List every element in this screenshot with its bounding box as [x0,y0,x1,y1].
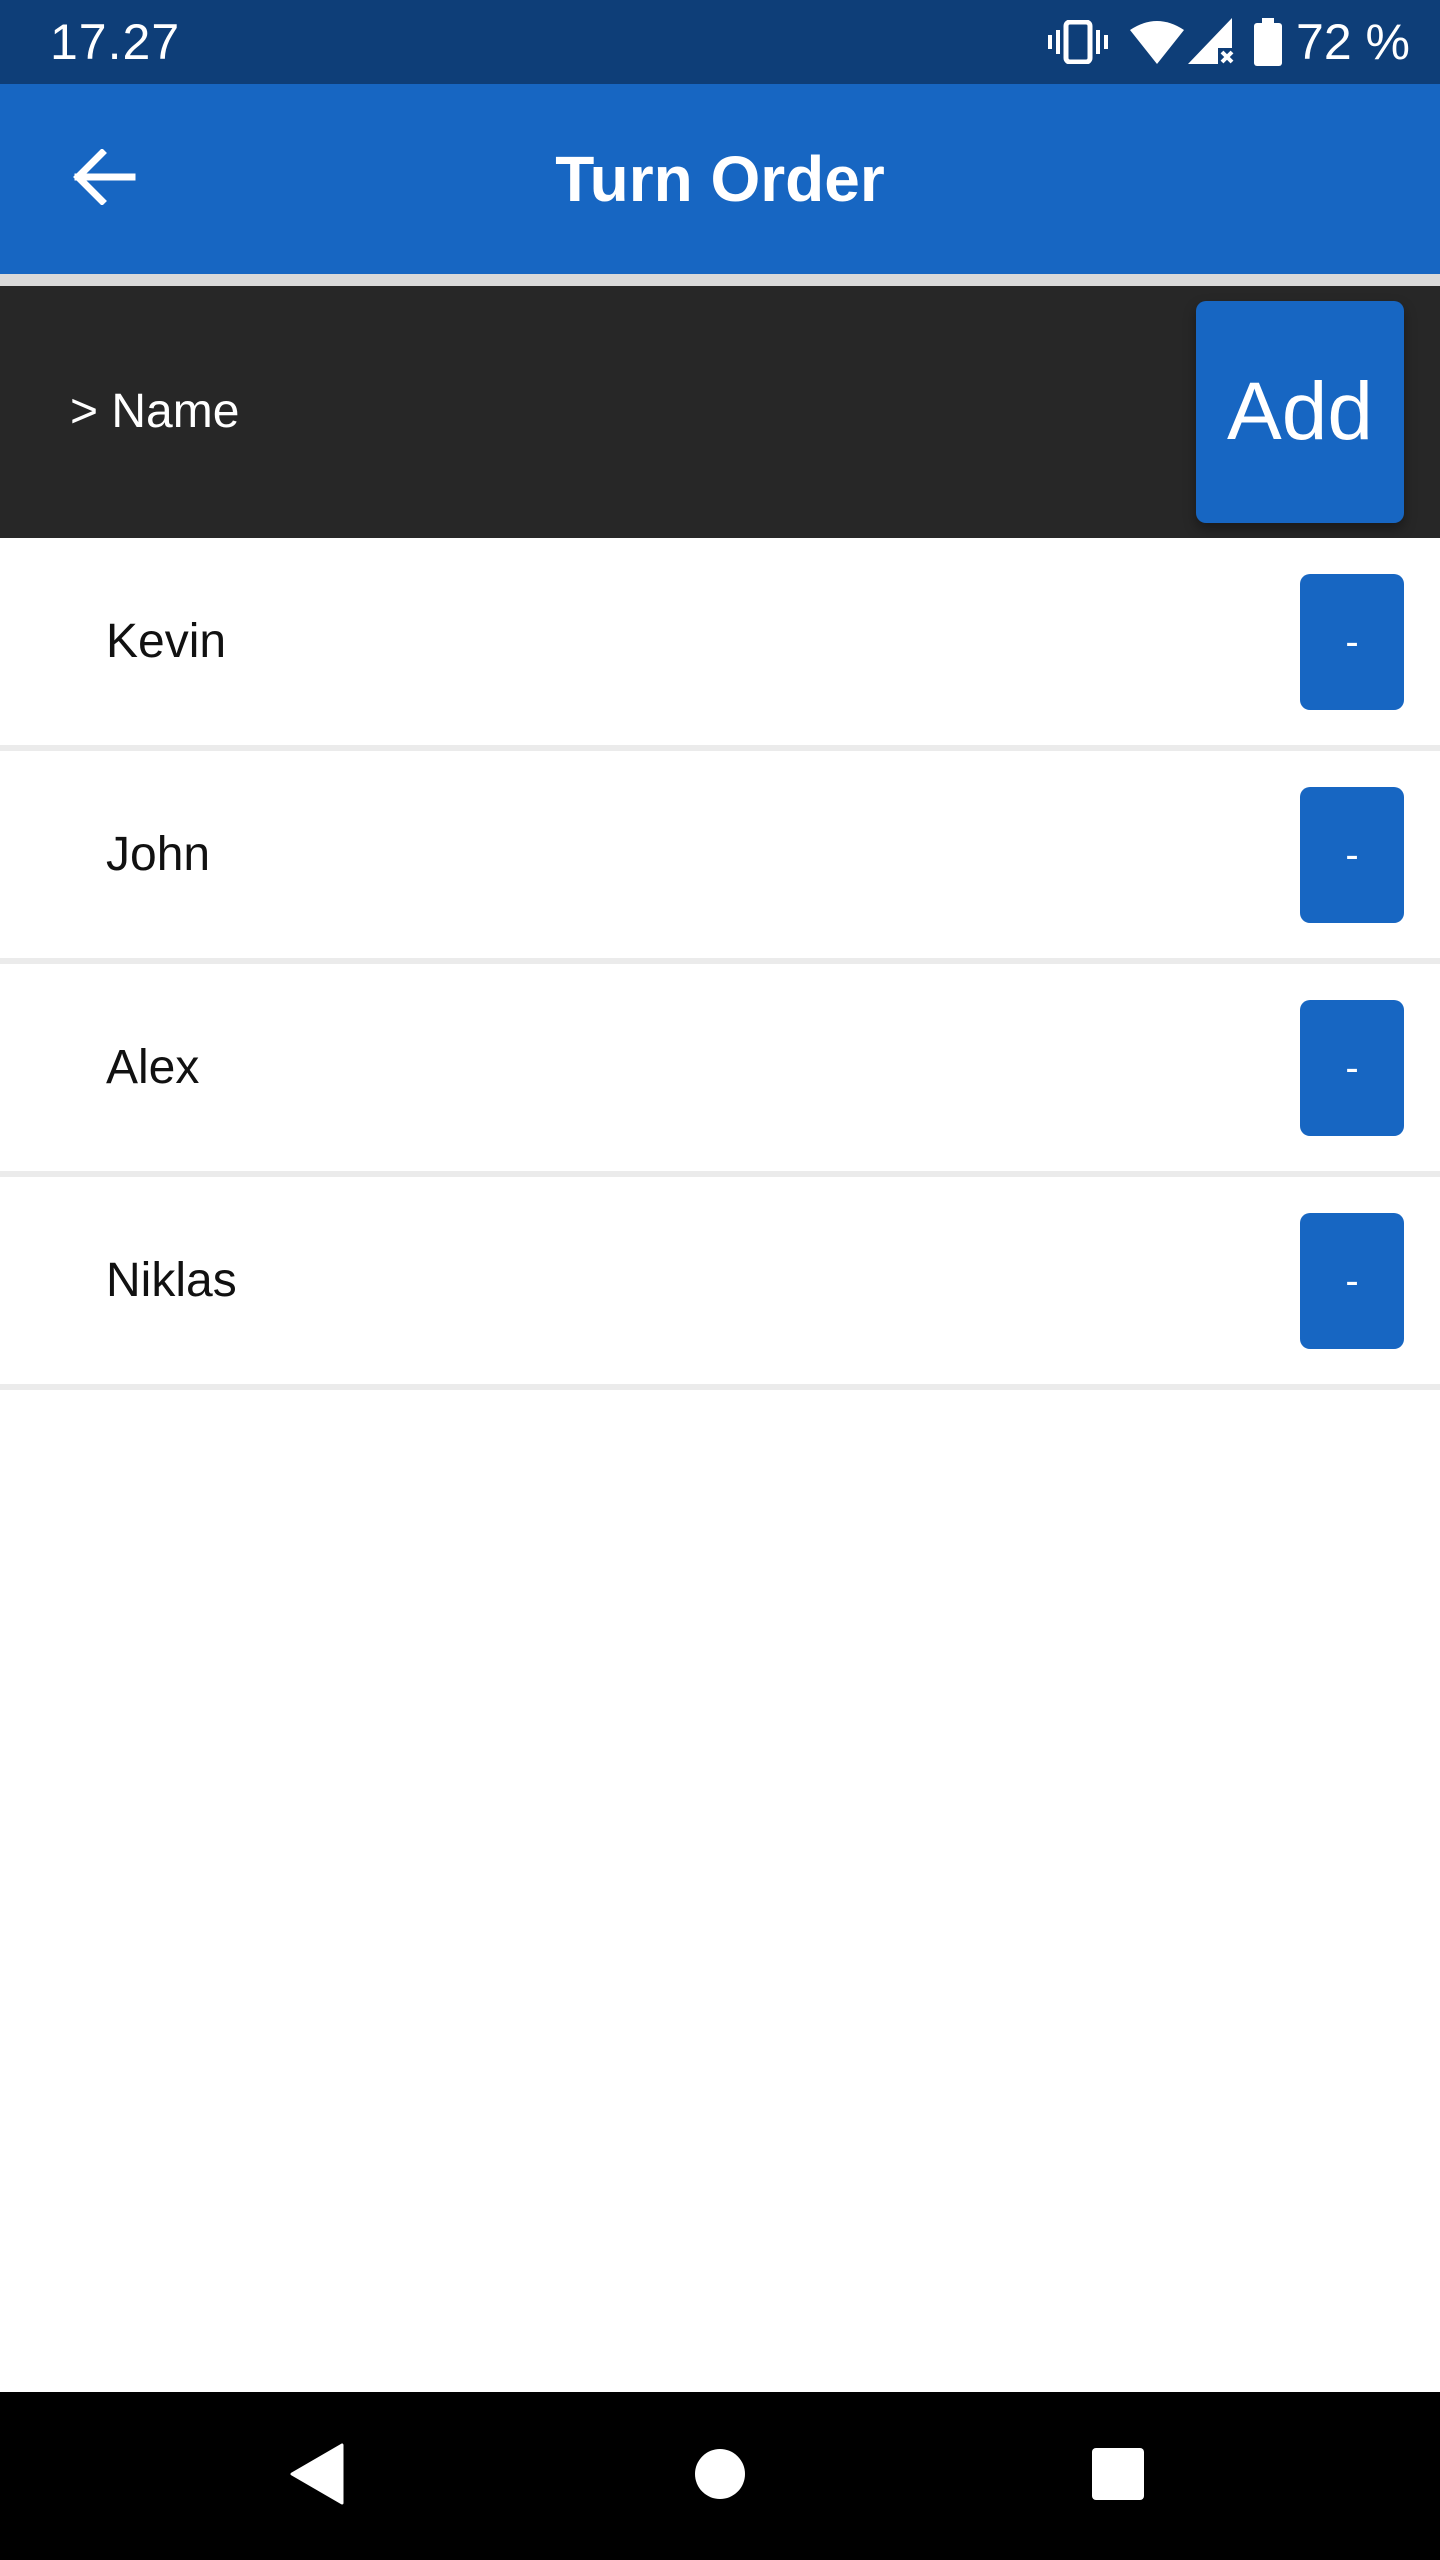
battery-icon [1254,18,1283,66]
player-name: John [106,828,211,881]
name-input[interactable] [70,372,1150,452]
remove-button[interactable]: - [1300,1213,1404,1349]
add-button[interactable]: Add [1196,301,1404,523]
remove-button[interactable]: - [1300,574,1404,710]
list-item: Kevin - [0,538,1440,751]
list-item: Niklas - [0,1177,1440,1390]
app-bar: Turn Order [0,84,1440,274]
list-item: Alex - [0,964,1440,1177]
nav-home-button[interactable] [670,2426,770,2526]
vibrate-icon [1048,20,1109,64]
nav-home-icon [694,2448,746,2505]
wifi-icon [1130,20,1185,64]
cell-signal-icon [1188,18,1238,66]
nav-back-icon [290,2443,346,2510]
status-icons: 72 % [1048,12,1410,72]
player-name: Alex [106,1041,200,1094]
remove-button[interactable]: - [1300,1000,1404,1136]
remove-button[interactable]: - [1300,787,1404,923]
nav-recents-icon [1091,2447,1145,2506]
nav-back-button[interactable] [268,2426,368,2526]
battery-percent: 72 % [1296,14,1410,70]
page-title: Turn Order [555,143,885,215]
player-name: Niklas [106,1254,237,1307]
divider [0,274,1440,286]
add-player-row: Add [0,286,1440,538]
players-list: Kevin - John - Alex - Niklas - [0,538,1440,1390]
back-button[interactable] [54,129,154,229]
status-bar: 17.27 72 % [0,0,1440,84]
list-item: John - [0,751,1440,964]
system-nav-bar [0,2392,1440,2560]
arrow-left-icon [72,147,136,210]
player-name: Kevin [106,615,227,668]
nav-recents-button[interactable] [1068,2426,1168,2526]
status-time: 17.27 [50,14,181,70]
